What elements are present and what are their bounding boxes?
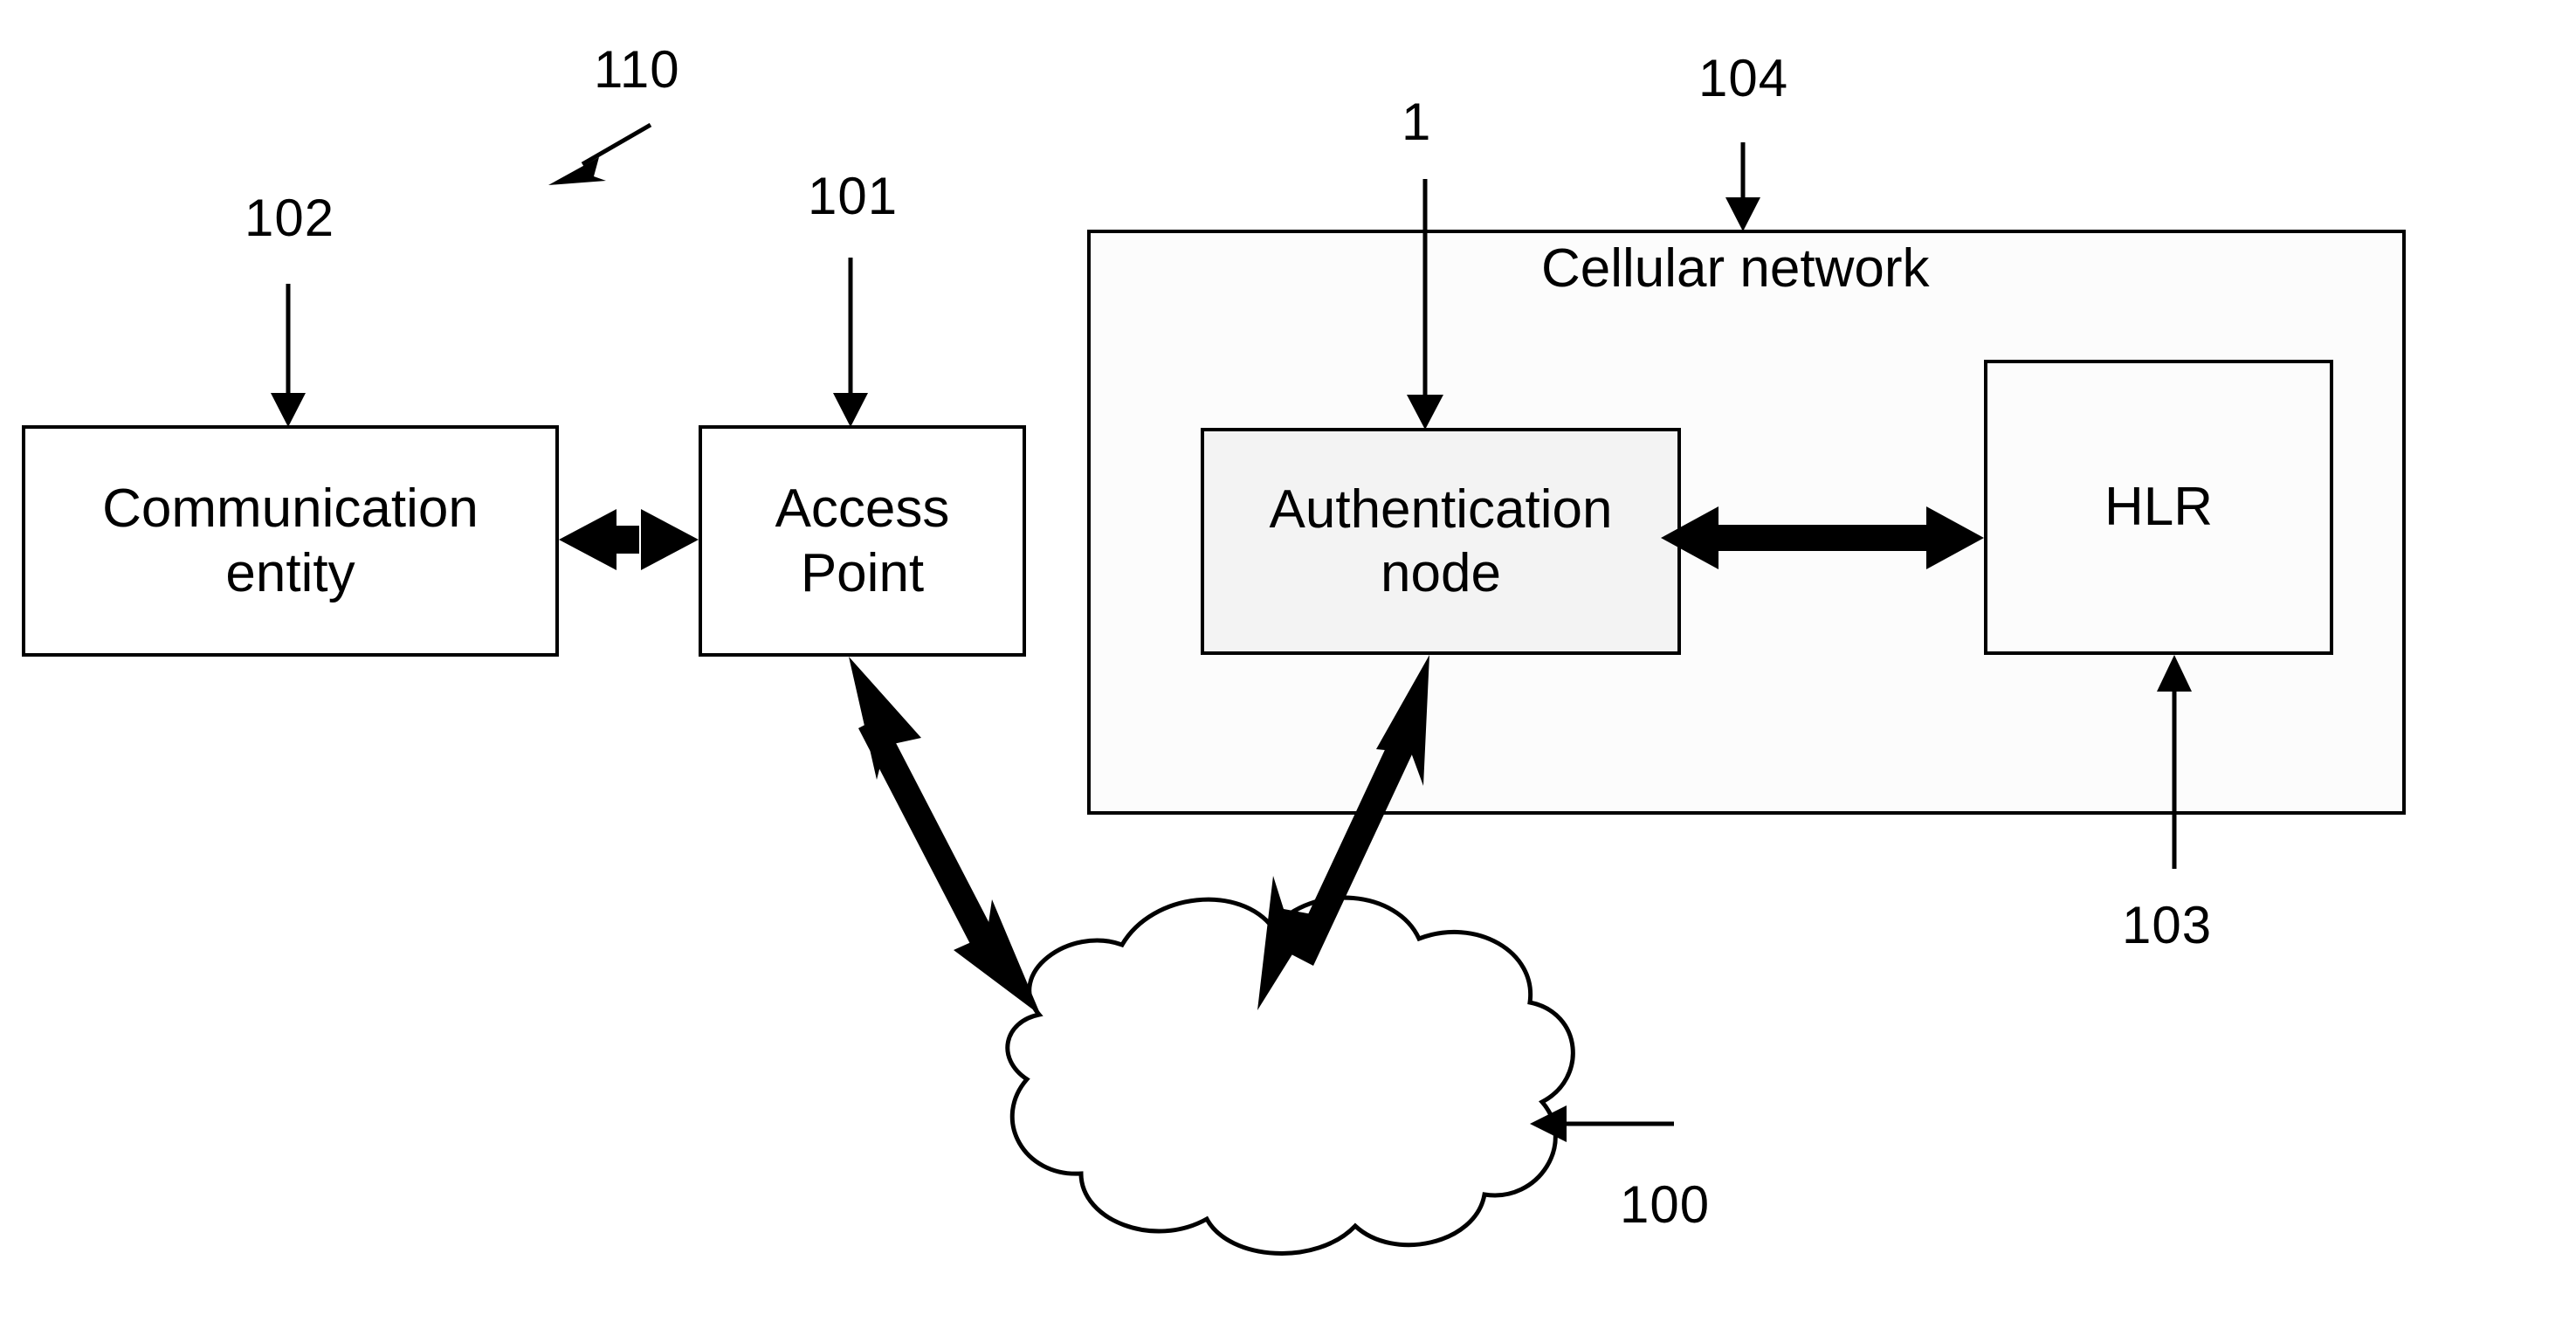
- leader-arrow-103: [2157, 655, 2192, 869]
- leader-arrow-104: [1725, 142, 1760, 231]
- diagram-vector-layer: [271, 122, 2192, 1256]
- connector-authentication-node-hlr: [1661, 506, 1984, 569]
- leader-arrow-101: [833, 258, 868, 427]
- leader-arrow-1: [1407, 179, 1443, 430]
- leader-arrow-102: [271, 284, 306, 427]
- connector-access-point-computer-network: [849, 657, 1041, 1016]
- leader-arrow-110: [548, 122, 652, 185]
- connector-comm-entity-access-point: [559, 509, 699, 570]
- patent-figure: Communication entity Access Point Authenti…: [0, 0, 2576, 1322]
